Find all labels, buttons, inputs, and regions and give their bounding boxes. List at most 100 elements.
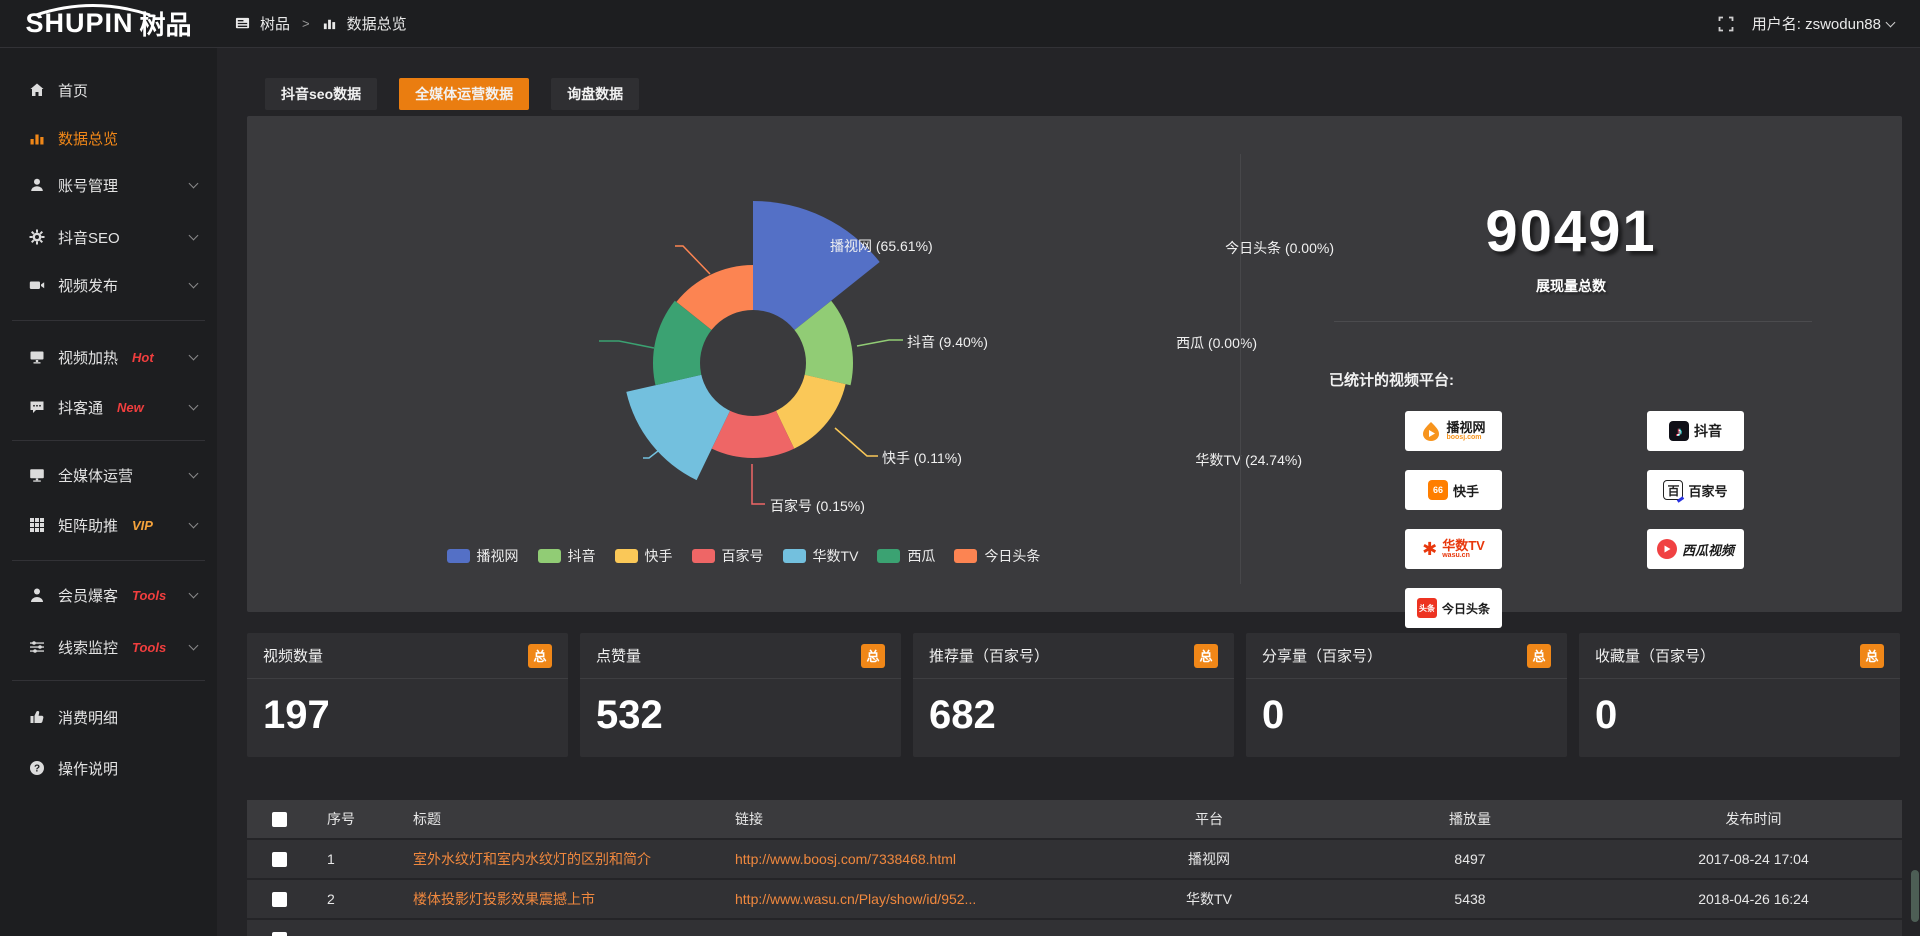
row-platform: 播视网 [1083, 849, 1335, 869]
legend-item-boshiwang[interactable]: 播视网 [447, 546, 519, 566]
pie-label-douyin: 抖音 (9.40%) [907, 332, 988, 352]
baijiahao-logo-icon: 百 [1663, 480, 1683, 500]
sidebar-item-label: 全媒体运营 [58, 465, 133, 486]
col-header-no: 序号 [311, 809, 397, 829]
rose-pie-chart [247, 116, 1240, 612]
sidebar-divider [12, 320, 205, 321]
chevron-down-icon [189, 279, 199, 289]
pie-label-boshiwang: 播视网 (65.61%) [830, 236, 933, 256]
row-views: 8497 [1335, 851, 1605, 867]
platform-badge-washutv: ✱ 华数TVwasu.cn [1405, 529, 1502, 569]
table-row-partial [247, 920, 1902, 936]
row-checkbox[interactable] [272, 892, 287, 907]
video-title-link[interactable]: 楼体投影灯投影效果震撼上市 [413, 891, 595, 907]
breadcrumb: 树品 > 数据总览 [235, 13, 407, 34]
row-no: 2 [311, 891, 397, 907]
legend-item-xigua[interactable]: 西瓜 [877, 546, 935, 566]
sidebar-item-clue-monitor[interactable]: 线索监控 Tools [0, 629, 217, 665]
sidebar-item-home[interactable]: 首页 [0, 72, 217, 108]
chevron-down-icon [189, 179, 199, 189]
sidebar-item-douyin-seo[interactable]: 抖音SEO [0, 219, 217, 255]
video-camera-icon [28, 277, 45, 293]
leader-line-kuaishou [835, 428, 878, 456]
stat-card-favorites: 收藏量（百家号）总 0 [1579, 633, 1900, 757]
chart-panel: 播视网 (65.61%) 抖音 (9.40%) 快手 (0.11%) 百家号 (… [247, 116, 1902, 612]
total-badge[interactable]: 总 [528, 644, 552, 668]
page-scrollbar[interactable] [1911, 870, 1919, 922]
sidebar-item-label: 操作说明 [58, 758, 118, 779]
user-icon [28, 177, 45, 193]
leader-line-toutiao [675, 246, 710, 274]
col-header-title: 标题 [397, 809, 727, 829]
video-title-link[interactable]: 室外水纹灯和室内水纹灯的区别和简介 [413, 851, 651, 867]
sidebar-item-consumption[interactable]: 消费明细 [0, 699, 217, 735]
sidebar-item-instructions[interactable]: ? 操作说明 [0, 750, 217, 786]
user-menu[interactable]: 用户名: zswodun88 [1752, 13, 1894, 34]
row-checkbox[interactable] [272, 932, 287, 936]
xigua-logo-icon [1657, 539, 1677, 559]
impressions-total-caption: 展现量总数 [1240, 276, 1902, 296]
sidebar-item-account[interactable]: 账号管理 [0, 167, 217, 203]
sidebar-item-label: 抖音SEO [58, 227, 120, 248]
kuaishou-logo-icon: 66 [1428, 480, 1448, 500]
platform-badge-toutiao: 头条 今日头条 [1405, 588, 1502, 628]
tools-tag: Tools [132, 640, 166, 655]
table-row: 1 室外水纹灯和室内水纹灯的区别和简介 http://www.boosj.com… [247, 840, 1902, 880]
select-all-checkbox[interactable] [272, 812, 287, 827]
stat-card-recommends: 推荐量（百家号）总 682 [913, 633, 1234, 757]
dashboard-page: SHUPIN 树品 树品 > 数据总览 用户名: zswodun88 [0, 0, 1920, 936]
breadcrumb-home-icon [235, 16, 250, 31]
sidebar-item-label: 账号管理 [58, 175, 118, 196]
breadcrumb-home[interactable]: 树品 [260, 13, 290, 34]
total-badge[interactable]: 总 [1860, 644, 1884, 668]
legend-item-washutv[interactable]: 华数TV [783, 546, 859, 566]
legend-item-baijiahao[interactable]: 百家号 [692, 546, 764, 566]
tab-douyin-seo-data[interactable]: 抖音seo数据 [265, 78, 377, 110]
fullscreen-icon[interactable] [1718, 16, 1734, 32]
sidebar-item-video-heat[interactable]: 视频加热 Hot [0, 339, 217, 375]
row-platform: 华数TV [1083, 889, 1335, 909]
legend-chip [538, 549, 561, 563]
stat-value: 532 [580, 679, 901, 738]
sidebar-item-label: 线索监控 [58, 637, 118, 658]
sidebar-item-video-publish[interactable]: 视频发布 [0, 267, 217, 303]
pie-label-washutv: 华数TV (24.74%) [1195, 450, 1302, 470]
sidebar-item-label: 视频加热 [58, 347, 118, 368]
app-logo[interactable]: SHUPIN 树品 [0, 0, 217, 48]
tab-inquiry-data[interactable]: 询盘数据 [551, 78, 639, 110]
row-checkbox[interactable] [272, 852, 287, 867]
col-header-platform: 平台 [1083, 809, 1335, 829]
legend-chip [877, 549, 900, 563]
sidebar-item-data-overview[interactable]: 数据总览 [0, 120, 217, 156]
wasu-logo-icon: ✱ [1422, 540, 1437, 558]
sidebar-item-member-baoke[interactable]: 会员爆客 Tools [0, 577, 217, 613]
sidebar-item-matrix-boost[interactable]: 矩阵助推 VIP [0, 507, 217, 543]
tab-omnimedia-data[interactable]: 全媒体运营数据 [399, 78, 529, 110]
platform-badge-boshiwang: 播视网boosj.com [1405, 411, 1502, 451]
sidebar-item-omnimedia[interactable]: 全媒体运营 [0, 457, 217, 493]
legend-item-douyin[interactable]: 抖音 [538, 546, 596, 566]
sidebar-item-label: 抖客通 [58, 397, 103, 418]
legend-chip [692, 549, 715, 563]
grid-icon [28, 517, 45, 533]
chevron-down-icon [189, 519, 199, 529]
total-badge[interactable]: 总 [1194, 644, 1218, 668]
logo-arc-icon [28, 2, 158, 16]
legend-item-toutiao[interactable]: 今日头条 [954, 546, 1040, 566]
breadcrumb-chart-icon [322, 16, 337, 31]
stat-cards: 视频数量总 197 点赞量总 532 推荐量（百家号）总 682 分享量（百家号… [247, 633, 1902, 757]
legend-item-kuaishou[interactable]: 快手 [615, 546, 673, 566]
video-url-link[interactable]: http://www.wasu.cn/Play/show/id/952... [735, 891, 976, 907]
pie-label-kuaishou: 快手 (0.11%) [882, 448, 962, 468]
tools-tag: Tools [132, 588, 166, 603]
legend-chip [447, 549, 470, 563]
total-badge[interactable]: 总 [1527, 644, 1551, 668]
total-badge[interactable]: 总 [861, 644, 885, 668]
chevron-down-icon [189, 231, 199, 241]
stat-title: 分享量（百家号） [1262, 645, 1382, 666]
sidebar-divider [12, 680, 205, 681]
platform-badge-baijiahao: 百 百家号 [1647, 470, 1744, 510]
video-url-link[interactable]: http://www.boosj.com/7338468.html [735, 851, 956, 867]
sidebar-divider [12, 440, 205, 441]
sidebar-item-douketong[interactable]: 抖客通 New [0, 389, 217, 425]
